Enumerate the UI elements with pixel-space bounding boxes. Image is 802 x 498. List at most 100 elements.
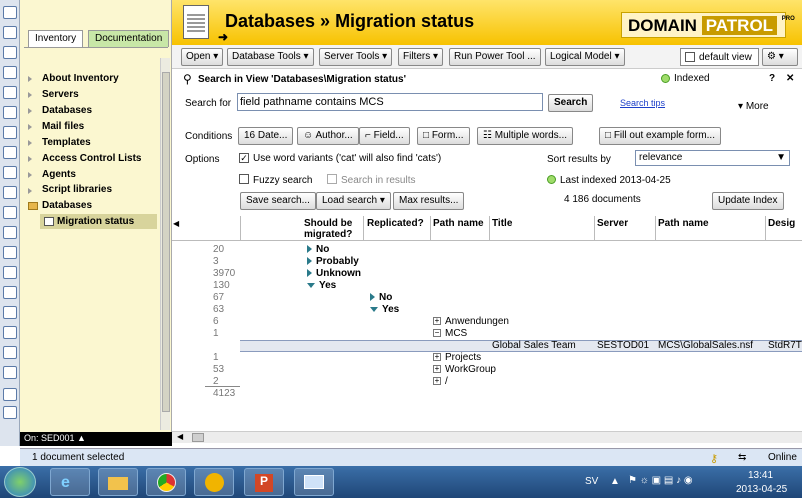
calendar-icon[interactable] xyxy=(3,46,17,59)
column-replicated[interactable]: Replicated? xyxy=(367,218,424,229)
expand-icon[interactable] xyxy=(307,245,312,254)
grid-icon[interactable] xyxy=(3,146,17,159)
horizontal-scrollbar[interactable]: ◀ xyxy=(172,431,802,443)
default-view-box[interactable]: default view xyxy=(680,48,759,66)
help-icon[interactable] xyxy=(3,388,17,401)
clock-date[interactable]: 2013-04-25 xyxy=(736,484,787,495)
nav-item-script-libraries[interactable]: Script libraries xyxy=(42,184,112,195)
start-button[interactable] xyxy=(4,467,36,497)
close-icon[interactable]: ✕ xyxy=(786,73,794,84)
user-icon[interactable] xyxy=(3,306,17,319)
nav-item-servers[interactable]: Servers xyxy=(42,89,79,100)
globe-icon[interactable] xyxy=(3,366,17,379)
column-design[interactable]: Desig xyxy=(768,218,795,229)
folder-icon[interactable] xyxy=(3,186,17,199)
table-row[interactable]: Unknown xyxy=(307,268,361,279)
database-icon[interactable] xyxy=(3,26,17,39)
expand-icon[interactable] xyxy=(307,257,312,266)
ie-icon[interactable]: e xyxy=(50,468,90,496)
folder-icon[interactable] xyxy=(3,226,17,239)
toolbar-options-menu[interactable]: ⚙ ▾ xyxy=(762,48,798,66)
column-title[interactable]: Title xyxy=(492,218,512,229)
powerpoint-icon[interactable]: P xyxy=(244,468,284,496)
nav-item-about-inventory[interactable]: About Inventory xyxy=(42,73,119,84)
expand-icon[interactable] xyxy=(307,269,312,278)
open-menu[interactable]: Open ▾ xyxy=(181,48,224,66)
nav-item-databases[interactable]: Databases xyxy=(42,105,92,116)
table-row[interactable]: Yes xyxy=(370,304,399,315)
search-tips-link[interactable]: Search tips xyxy=(620,98,665,108)
folder-icon[interactable] xyxy=(3,286,17,299)
table-row[interactable]: No xyxy=(370,292,392,303)
column-path-name[interactable]: Path name xyxy=(658,218,709,229)
expand-icon[interactable]: + xyxy=(433,377,441,386)
form-condition-button[interactable]: □ Form... xyxy=(417,127,470,145)
filters-menu[interactable]: Filters ▾ xyxy=(398,48,444,66)
expand-icon[interactable]: + xyxy=(433,317,441,326)
search-input[interactable]: field pathname contains MCS xyxy=(237,93,543,111)
nav-item-agents[interactable]: Agents xyxy=(42,169,76,180)
column-path-name-cat[interactable]: Path name xyxy=(433,218,484,229)
home-icon[interactable] xyxy=(3,406,17,419)
multiple-words-button[interactable]: ☷ Multiple words... xyxy=(477,127,573,145)
save-search-button[interactable]: Save search... xyxy=(240,192,316,210)
author-condition-button[interactable]: ☺ Author... xyxy=(297,127,359,145)
expand-icon[interactable]: + xyxy=(433,353,441,362)
date-condition-button[interactable]: 16 Date... xyxy=(238,127,294,145)
language-indicator[interactable]: SV xyxy=(585,476,598,487)
clock-icon[interactable] xyxy=(3,166,17,179)
folder-icon[interactable] xyxy=(3,266,17,279)
tray-icons[interactable]: ⚑ ☼ ▣ ▤ ♪ ◉ xyxy=(628,475,693,486)
nav-item-acl[interactable]: Access Control Lists xyxy=(42,153,141,164)
expand-icon[interactable] xyxy=(370,293,375,302)
server-tools-menu[interactable]: Server Tools ▾ xyxy=(319,48,393,66)
workspace-icon[interactable] xyxy=(3,6,17,19)
screenshot-icon[interactable] xyxy=(294,468,334,496)
online-status[interactable]: Online xyxy=(768,452,797,463)
table-row[interactable]: + Projects xyxy=(433,352,481,363)
collapse-arrow-icon[interactable]: ◀ xyxy=(173,219,179,228)
chrome-icon[interactable] xyxy=(146,468,186,496)
collapse-icon[interactable] xyxy=(307,282,315,288)
chart-icon[interactable] xyxy=(3,86,17,99)
tab-inventory[interactable]: Inventory xyxy=(28,30,84,47)
max-results-button[interactable]: Max results... xyxy=(393,192,465,210)
run-power-tool-button[interactable]: Run Power Tool ... xyxy=(449,48,541,66)
table-row[interactable]: − MCS xyxy=(433,328,467,339)
more-toggle[interactable]: ▾ More xyxy=(738,101,769,112)
explorer-icon[interactable] xyxy=(98,468,138,496)
table-row[interactable]: + WorkGroup xyxy=(433,364,496,375)
folder-icon[interactable] xyxy=(3,246,17,259)
table-row[interactable]: + Anwendungen xyxy=(433,316,509,327)
collapse-icon[interactable]: − xyxy=(433,329,441,338)
table-row[interactable]: Yes xyxy=(307,280,336,291)
notes-icon[interactable] xyxy=(194,468,234,496)
clock-time[interactable]: 13:41 xyxy=(748,470,773,481)
nav-item-templates[interactable]: Templates xyxy=(42,137,91,148)
nav-item-mail-files[interactable]: Mail files xyxy=(42,121,84,132)
expand-icon[interactable]: + xyxy=(433,365,441,374)
database-tools-menu[interactable]: Database Tools ▾ xyxy=(227,48,314,66)
column-should-be-migrated[interactable]: Should be migrated? xyxy=(304,218,362,240)
nav-item-migration-status[interactable]: Migration status xyxy=(57,216,134,227)
mail-icon[interactable] xyxy=(3,346,17,359)
search-in-results-checkbox[interactable] xyxy=(327,174,337,184)
field-condition-button[interactable]: ⌐ Field... xyxy=(359,127,410,145)
default-view-checkbox[interactable] xyxy=(685,52,695,62)
nav-scrollbar[interactable] xyxy=(160,58,170,430)
column-server[interactable]: Server xyxy=(597,218,628,229)
fuzzy-checkbox[interactable] xyxy=(239,174,249,184)
tab-documentation[interactable]: Documentation xyxy=(88,30,170,47)
load-search-menu[interactable]: Load search ▾ xyxy=(316,192,391,210)
fill-example-form-button[interactable]: □ Fill out example form... xyxy=(599,127,721,145)
update-index-button[interactable]: Update Index xyxy=(712,192,784,210)
table-row[interactable]: No xyxy=(307,244,329,255)
folder-icon[interactable] xyxy=(3,206,17,219)
help-icon[interactable]: ? xyxy=(769,73,775,84)
collapse-icon[interactable] xyxy=(370,306,378,312)
nav-item-databases-folder[interactable]: Databases xyxy=(42,200,92,211)
logical-model-menu[interactable]: Logical Model ▾ xyxy=(545,48,625,66)
table-row[interactable]: Probably xyxy=(307,256,359,267)
table-row[interactable]: + / xyxy=(433,376,448,387)
search-button[interactable]: Search xyxy=(548,94,594,112)
